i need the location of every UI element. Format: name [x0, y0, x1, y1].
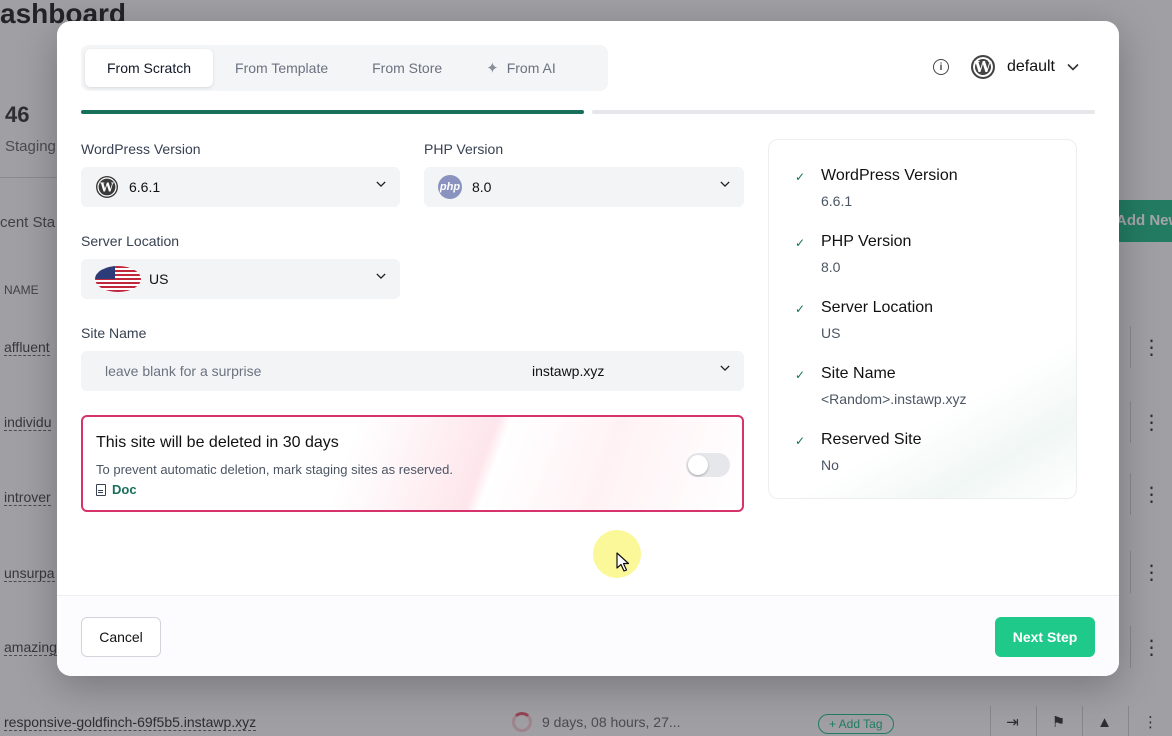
next-step-button[interactable]: Next Step: [995, 617, 1095, 657]
site-name-field-group: instawp.xyz: [81, 351, 744, 391]
site-name-label: Site Name: [81, 325, 147, 341]
creation-mode-tabs: From Scratch From Template From Store ✦ …: [81, 45, 608, 91]
profile-area: i W default: [932, 55, 1079, 79]
us-flag-icon: [95, 266, 141, 292]
info-icon[interactable]: i: [932, 59, 949, 75]
summary-key: WordPress Version: [821, 167, 958, 184]
chevron-down-icon[interactable]: [1067, 63, 1079, 71]
summary-key: Reserved Site: [821, 431, 922, 448]
domain-value: instawp.xyz: [532, 363, 605, 379]
check-icon: ✓: [795, 236, 806, 250]
cancel-button[interactable]: Cancel: [81, 617, 161, 657]
wordpress-icon: W: [970, 55, 995, 79]
deletion-warning-description: To prevent automatic deletion, mark stag…: [96, 462, 453, 477]
check-icon: ✓: [795, 170, 806, 184]
check-icon: ✓: [795, 368, 806, 382]
summary-value: <Random>.instawp.xyz: [821, 391, 967, 407]
summary-key: Server Location: [821, 299, 934, 316]
progress-step-1: [81, 110, 584, 114]
wp-version-label: WordPress Version: [81, 141, 201, 157]
mouse-cursor-icon: [616, 552, 630, 572]
php-version-label: PHP Version: [424, 141, 504, 157]
summary-key: PHP Version: [821, 233, 912, 250]
tab-from-store[interactable]: From Store: [350, 49, 464, 87]
deletion-warning-card: This site will be deleted in 30 days To …: [81, 415, 744, 512]
modal-footer: Cancel Next Step: [57, 595, 1119, 676]
sparkles-icon: ✦: [486, 60, 499, 77]
document-icon: [96, 483, 106, 496]
chevron-down-icon: [720, 365, 730, 372]
tab-from-ai[interactable]: ✦ From AI: [464, 49, 578, 87]
progress-step-2: [592, 110, 1095, 114]
summary-value: 8.0: [821, 259, 841, 275]
toggle-knob: [688, 455, 708, 475]
check-icon: ✓: [795, 434, 806, 448]
wp-version-value: 6.6.1: [129, 179, 161, 195]
site-name-input[interactable]: [81, 351, 501, 391]
chevron-down-icon: [376, 273, 386, 280]
chevron-down-icon: [720, 181, 730, 188]
step-progress: [81, 110, 1095, 115]
chevron-down-icon: [376, 181, 386, 188]
php-version-select[interactable]: php 8.0: [424, 167, 744, 207]
svg-text:W: W: [99, 181, 114, 195]
php-icon: php: [438, 175, 462, 199]
create-site-modal: From Scratch From Template From Store ✦ …: [57, 21, 1119, 676]
summary-value: US: [821, 325, 841, 341]
wp-version-select[interactable]: W 6.6.1: [81, 167, 400, 207]
summary-value: 6.6.1: [821, 193, 853, 209]
tab-from-ai-label: From AI: [506, 60, 556, 76]
php-version-value: 8.0: [472, 179, 492, 195]
doc-link-label: Doc: [112, 482, 137, 497]
doc-link[interactable]: Doc: [96, 482, 137, 497]
wordpress-icon: W: [96, 176, 118, 198]
tab-from-template[interactable]: From Template: [213, 49, 350, 87]
summary-panel: ✓ WordPress Version 6.6.1 ✓ PHP Version …: [768, 139, 1077, 499]
domain-select[interactable]: instawp.xyz: [532, 351, 744, 391]
summary-key: Site Name: [821, 365, 896, 382]
server-location-select[interactable]: US: [81, 259, 400, 299]
deletion-warning-title: This site will be deleted in 30 days: [96, 434, 339, 451]
profile-select[interactable]: default: [1007, 58, 1055, 76]
check-icon: ✓: [795, 302, 806, 316]
reserved-toggle[interactable]: [686, 453, 730, 477]
tab-from-scratch[interactable]: From Scratch: [85, 49, 214, 87]
server-location-label: Server Location: [81, 233, 180, 249]
summary-value: No: [821, 457, 839, 473]
server-location-value: US: [149, 271, 169, 287]
